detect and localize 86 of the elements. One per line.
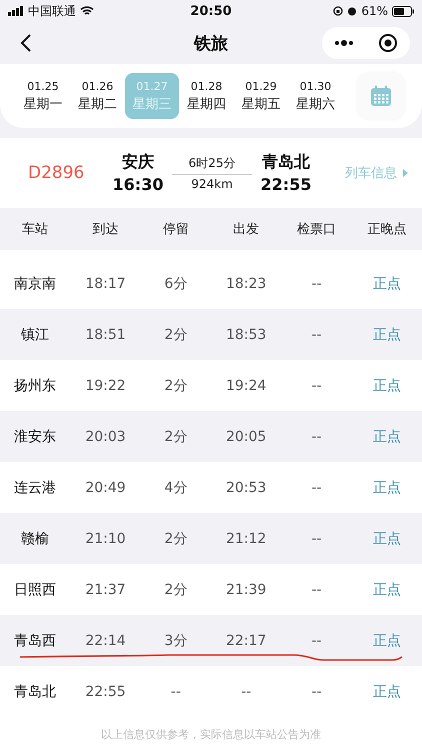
column-header: 到达 (92, 221, 118, 238)
table-cell: 20:53 (226, 480, 266, 496)
table-cell: 3分 (164, 632, 188, 650)
column-header: 检票口 (296, 221, 336, 238)
table-cell: 18:53 (226, 326, 266, 342)
table-cell: 21:39 (226, 582, 266, 598)
table-cell: 20:03 (85, 428, 126, 444)
table-cell: -- (311, 276, 322, 292)
wifi-icon (80, 6, 94, 16)
status-text: 正点 (372, 682, 401, 700)
table-cell: -- (170, 684, 181, 700)
station-name: 日照西 (14, 580, 56, 598)
column-header: 正晚点 (367, 221, 406, 238)
departure-station: 安庆 (122, 152, 154, 173)
table-cell: 21:37 (85, 582, 126, 598)
station-name: 青岛西 (14, 632, 56, 650)
table-cell: 20:05 (226, 428, 266, 444)
departure-time: 16:30 (112, 175, 164, 194)
signal-icon (8, 6, 24, 16)
table-cell: -- (311, 530, 322, 546)
back-icon (20, 33, 32, 53)
date-tab[interactable]: 01.28 星期四 (180, 73, 234, 119)
station-name: 淮安东 (14, 428, 56, 446)
table-cell: 2分 (164, 580, 188, 598)
page-title: 铁旅 (194, 32, 228, 54)
station-name: 扬州东 (14, 376, 56, 394)
column-header: 出发 (233, 221, 260, 238)
trip-duration: 6时25分 (188, 155, 236, 172)
table-cell: 2分 (164, 428, 188, 446)
table-cell: 18:23 (226, 276, 266, 292)
table-cell: 21:12 (226, 530, 266, 546)
table-cell: -- (311, 632, 322, 648)
status-text: 正点 (372, 580, 401, 598)
table-cell: 22:17 (226, 632, 266, 648)
status-text: 正点 (372, 274, 401, 292)
table-cell: 18:17 (85, 276, 126, 292)
arrival-station: 青岛北 (262, 152, 310, 173)
status-text: 正点 (372, 376, 401, 394)
station-name: 南京南 (14, 274, 56, 292)
date-tab[interactable]: 01.30 星期六 (288, 73, 342, 119)
calendar-icon (369, 84, 393, 108)
battery-icon (392, 6, 414, 16)
date-tab[interactable]: 01.29 星期五 (234, 73, 288, 119)
status-text: 正点 (372, 478, 401, 496)
status-text: 正点 (372, 326, 401, 344)
battery-percent: 61% (361, 4, 388, 18)
table-cell: -- (241, 684, 252, 700)
table-cell: -- (311, 480, 322, 496)
table-cell: 2分 (164, 530, 188, 548)
date-tab[interactable]: 01.25 星期一 (16, 73, 70, 119)
disclaimer-text: 以上信息仅供参考，实际信息以车站公告为准 (101, 727, 321, 743)
table-cell: 19:22 (85, 378, 126, 394)
station-name: 镇江 (21, 326, 50, 344)
table-cell: -- (311, 378, 322, 394)
clock-time: 20:50 (190, 4, 232, 18)
status-text: 正点 (372, 530, 401, 548)
column-header: 车站 (22, 221, 48, 238)
chevron-right-icon (403, 169, 408, 177)
train-number: D2896 (28, 163, 86, 183)
table-cell: -- (311, 326, 322, 342)
table-cell: 6分 (164, 274, 188, 292)
table-cell: 2分 (164, 376, 188, 394)
station-name: 连云港 (14, 478, 56, 496)
table-cell: -- (311, 428, 322, 444)
more-icon (334, 40, 354, 46)
date-tab[interactable]: 01.26 星期二 (70, 73, 124, 119)
arrival-time: 22:55 (260, 175, 312, 194)
table-cell: -- (311, 582, 322, 598)
table-cell: -- (311, 684, 322, 700)
table-cell: 20:49 (85, 480, 126, 496)
table-cell: 22:14 (85, 632, 126, 648)
column-header: 停留 (162, 221, 189, 238)
table-cell: 21:10 (85, 530, 126, 546)
target-icon (378, 33, 398, 53)
table-cell: 19:24 (226, 378, 266, 394)
table-cell: 18:51 (85, 326, 126, 342)
status-text: 正点 (372, 428, 401, 446)
station-name: 青岛北 (14, 682, 56, 700)
table-cell: 22:55 (85, 684, 126, 700)
station-name: 赣榆 (21, 530, 50, 548)
status-text: 正点 (372, 632, 401, 650)
carrier-name: 中国联通 (28, 2, 76, 20)
rotation-lock-icon (333, 6, 344, 16)
table-cell: 4分 (164, 478, 188, 496)
table-cell: 2分 (164, 326, 188, 344)
trip-distance: 924km (191, 177, 233, 191)
